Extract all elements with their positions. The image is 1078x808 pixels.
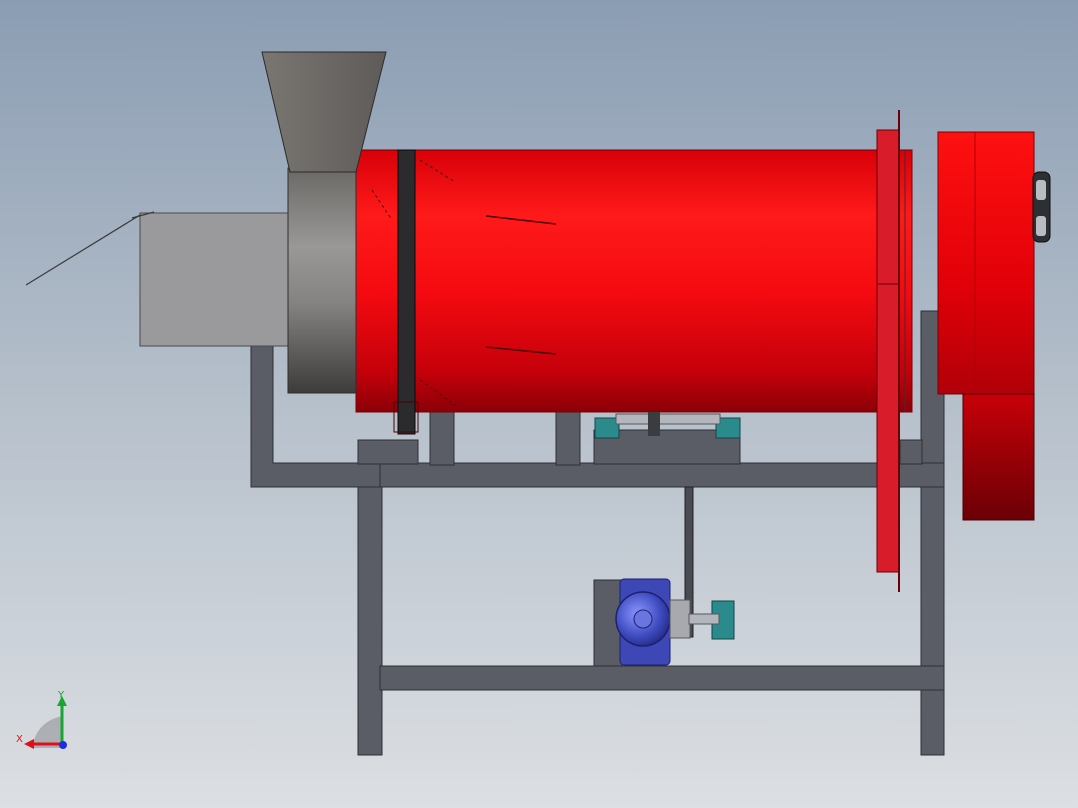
x-axis-label: X	[16, 734, 23, 745]
upper-rail	[357, 462, 945, 488]
girth-gear[interactable]	[876, 129, 900, 573]
middle-support-post	[555, 404, 581, 466]
discharge-chute[interactable]	[962, 393, 1035, 521]
rotary-drum-dryer-model[interactable]	[0, 0, 1078, 808]
front-support-post	[429, 404, 455, 466]
front-leg	[357, 462, 383, 756]
cad-viewport[interactable]: Y X	[0, 0, 1078, 808]
feed-lever	[25, 214, 141, 286]
axis-triad-icon: Y X	[16, 690, 67, 749]
front-saddle	[357, 439, 419, 465]
feed-end-collar[interactable]	[287, 167, 357, 394]
drum-tyre-ring[interactable]	[397, 149, 416, 435]
rotating-drum[interactable]	[355, 149, 913, 413]
rear-saddle	[899, 439, 923, 465]
feed-housing[interactable]	[139, 212, 291, 347]
electric-motor[interactable]	[593, 578, 735, 667]
lower-rail	[379, 665, 945, 691]
y-axis-label: Y	[57, 690, 65, 701]
discharge-hood[interactable]	[937, 131, 1035, 395]
